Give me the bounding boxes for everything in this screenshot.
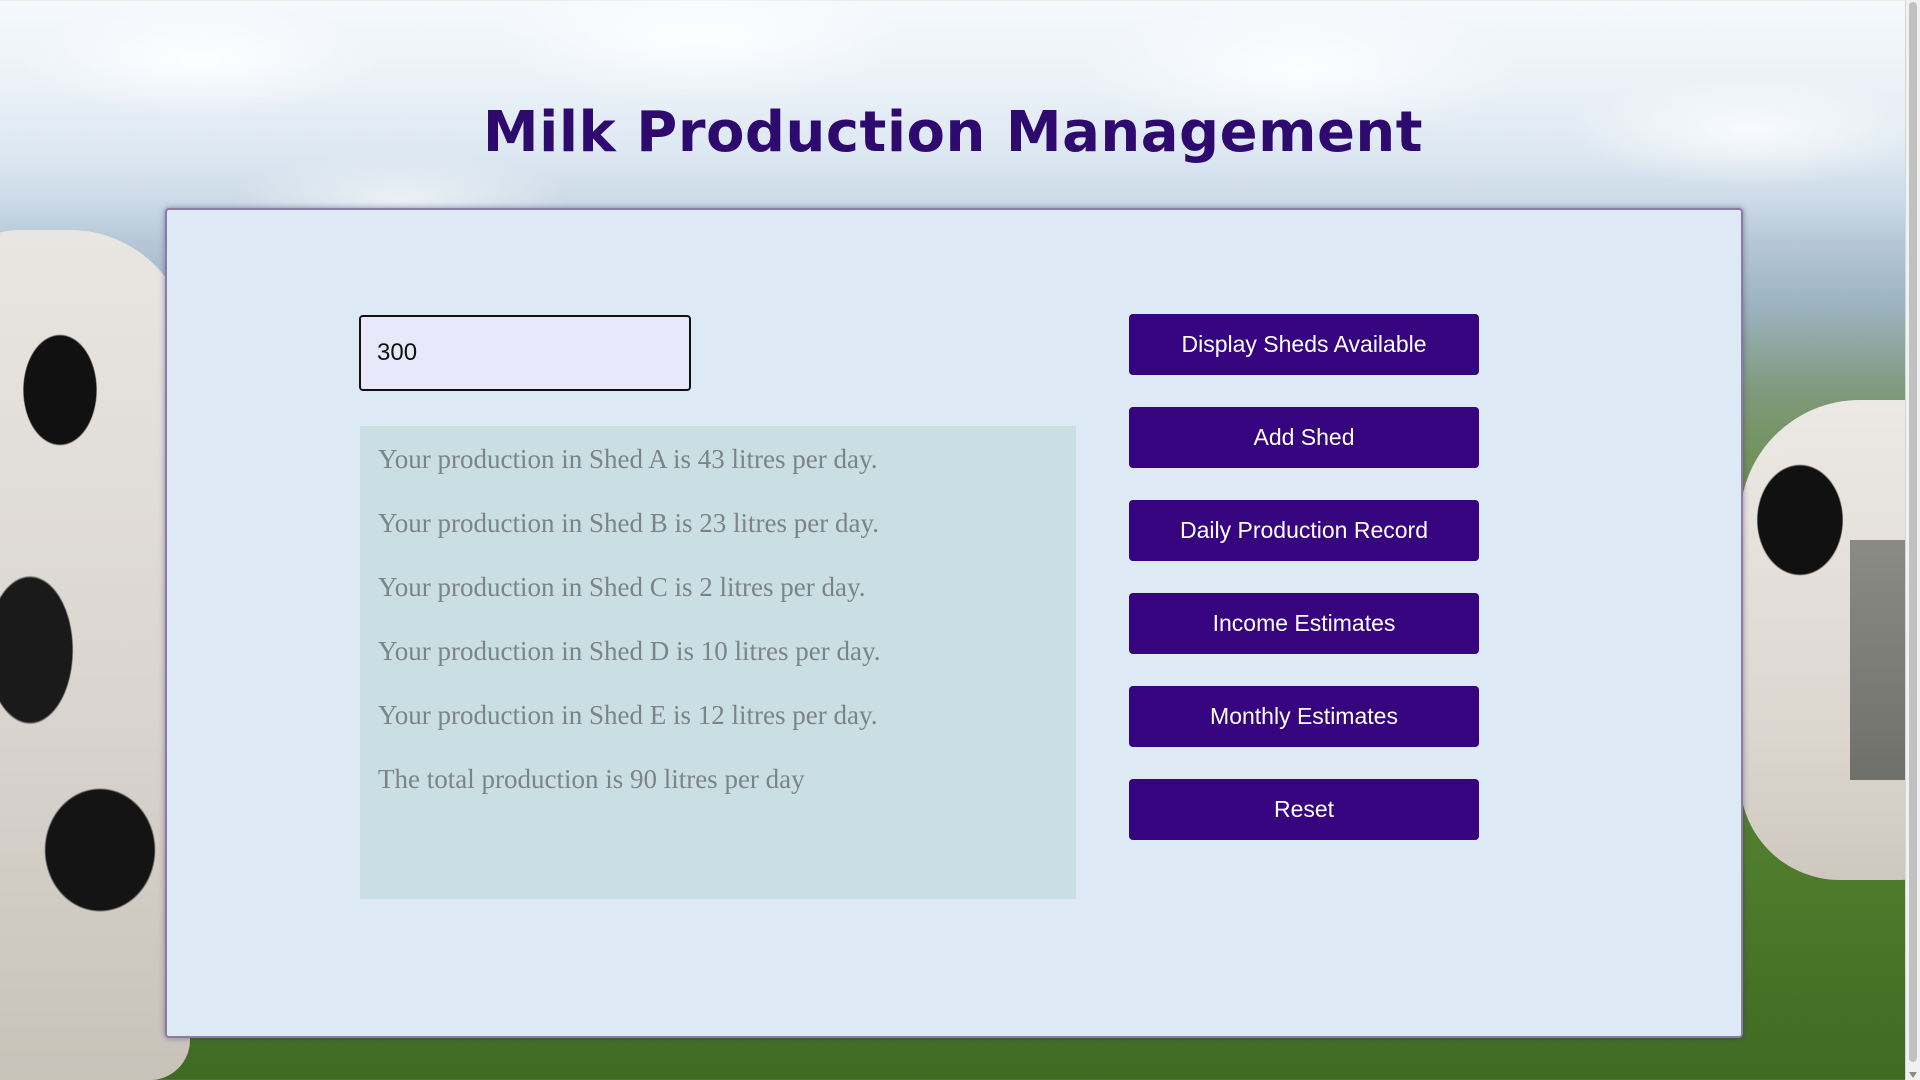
production-input[interactable] bbox=[359, 315, 691, 391]
result-total: The total production is 90 litres per da… bbox=[378, 764, 805, 794]
display-sheds-button[interactable]: Display Sheds Available bbox=[1129, 314, 1479, 375]
result-shed-e: Your production in Shed E is 12 litres p… bbox=[378, 700, 878, 730]
result-shed-a: Your production in Shed A is 43 litres p… bbox=[378, 444, 878, 474]
daily-production-record-button[interactable]: Daily Production Record bbox=[1129, 500, 1479, 561]
result-shed-c: Your production in Shed C is 2 litres pe… bbox=[378, 572, 866, 602]
add-shed-button[interactable]: Add Shed bbox=[1129, 407, 1479, 468]
results-box: Your production in Shed A is 43 litres p… bbox=[360, 426, 1076, 899]
result-shed-d: Your production in Shed D is 10 litres p… bbox=[378, 636, 881, 666]
scroll-down-arrow-icon[interactable] bbox=[1909, 1072, 1917, 1078]
income-estimates-button[interactable]: Income Estimates bbox=[1129, 593, 1479, 654]
background-cow-left bbox=[0, 230, 190, 1080]
page-scrollbar[interactable] bbox=[1905, 0, 1920, 1080]
action-buttons: Display Sheds Available Add Shed Daily P… bbox=[1129, 314, 1479, 872]
main-panel: Your production in Shed A is 43 litres p… bbox=[165, 208, 1743, 1038]
result-shed-b: Your production in Shed B is 23 litres p… bbox=[378, 508, 879, 538]
scrollbar-thumb[interactable] bbox=[1909, 2, 1917, 1062]
reset-button[interactable]: Reset bbox=[1129, 779, 1479, 840]
page-title: Milk Production Management bbox=[482, 100, 1424, 165]
monthly-estimates-button[interactable]: Monthly Estimates bbox=[1129, 686, 1479, 747]
